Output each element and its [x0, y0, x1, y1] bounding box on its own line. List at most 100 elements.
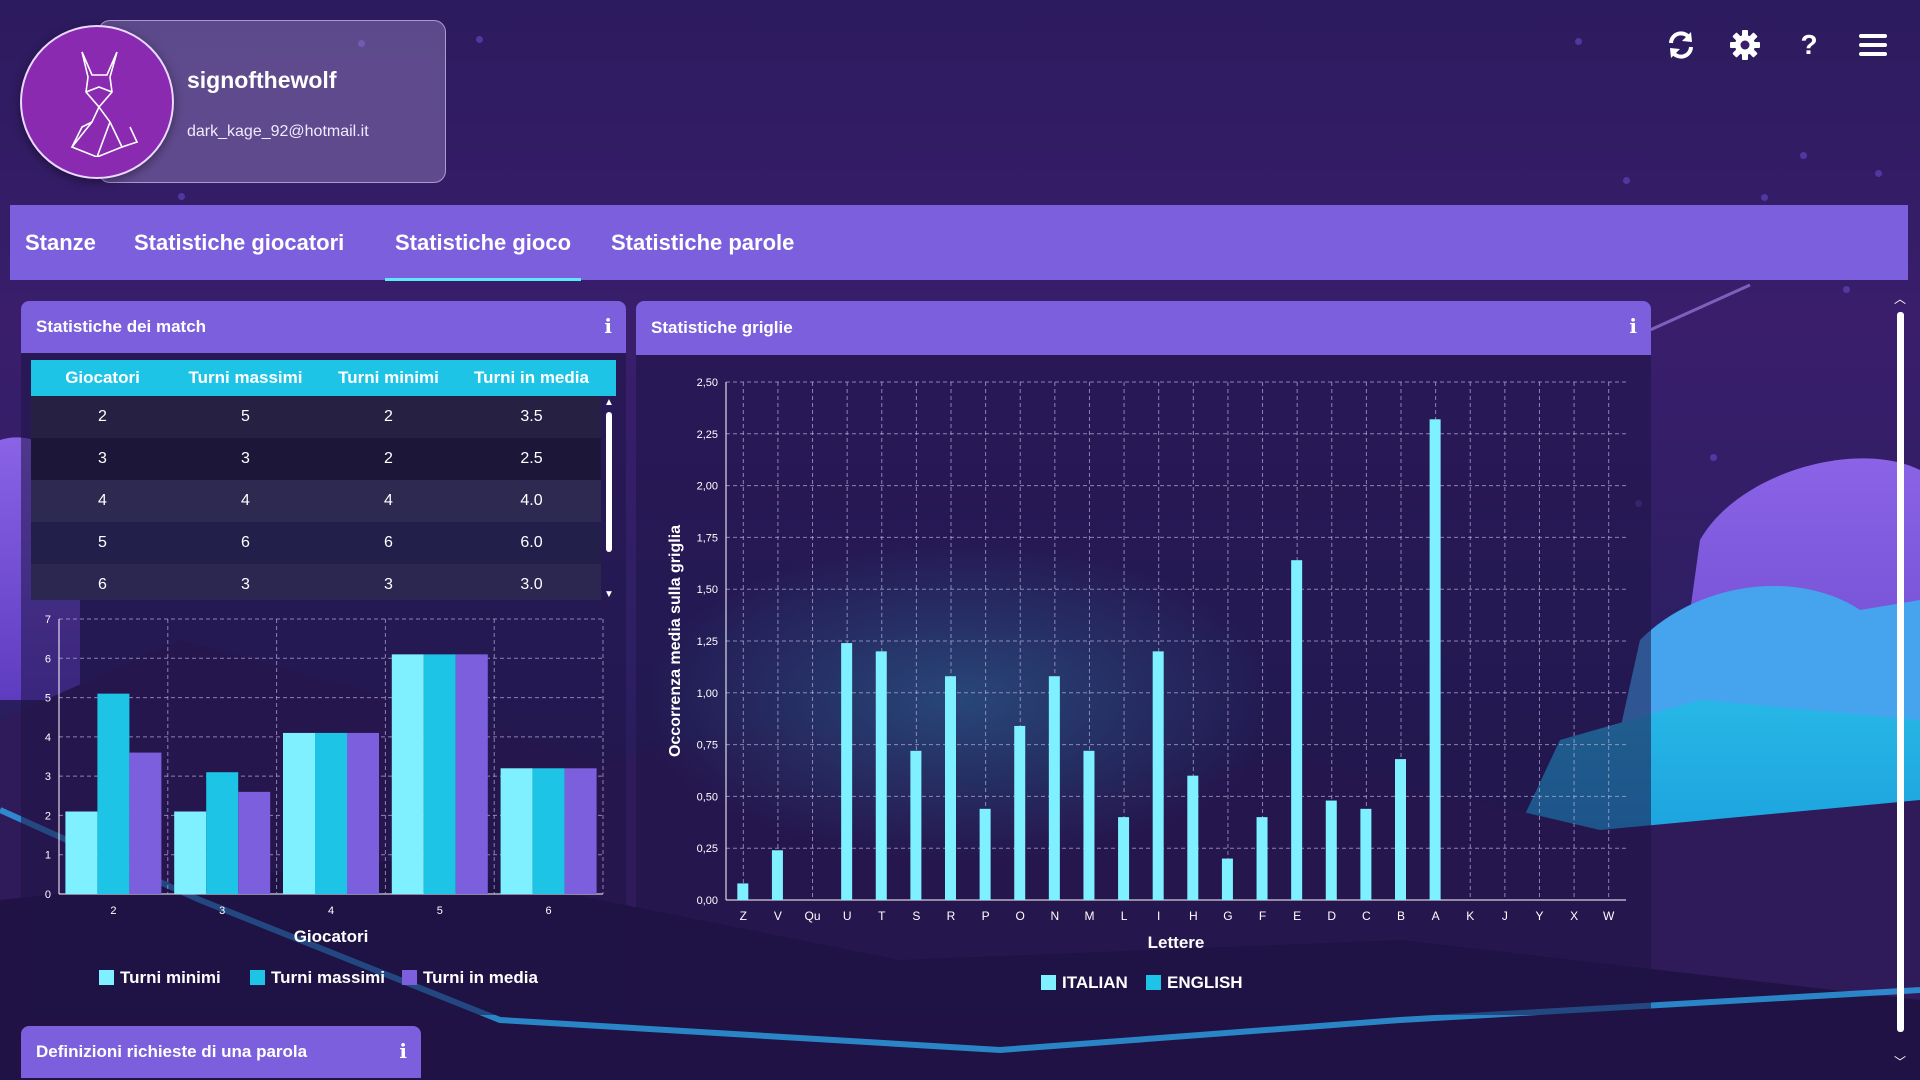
x-tick-label: L	[1121, 909, 1128, 923]
legend-swatch	[250, 970, 265, 985]
bar	[1118, 817, 1130, 900]
table-cell: 2	[98, 408, 107, 425]
x-tick-label: E	[1293, 909, 1301, 923]
bar	[1014, 725, 1026, 900]
scroll-up-icon[interactable]: ▲	[604, 397, 614, 408]
x-tick-label: A	[1432, 909, 1440, 923]
bar	[391, 654, 424, 894]
tab-statistiche-gioco[interactable]: Statistiche gioco	[384, 205, 582, 281]
info-icon[interactable]: i	[604, 313, 612, 339]
legend-swatch	[99, 970, 114, 985]
main-nav: Stanze Statistiche giocatori Statistiche…	[10, 205, 1908, 281]
legend-turni-massimi[interactable]: Turni massimi	[250, 968, 385, 988]
table-row[interactable]: 5 6 6 6.0	[31, 522, 601, 564]
legend-turni-minimi[interactable]: Turni minimi	[99, 968, 221, 988]
bar	[238, 791, 271, 894]
table-scrollbar[interactable]: ▲ ▼	[602, 396, 616, 600]
x-tick-label: G	[1223, 909, 1232, 923]
x-tick-label: I	[1157, 909, 1160, 923]
bar	[129, 752, 162, 894]
table-cell: 5	[241, 408, 250, 425]
bar	[1152, 651, 1164, 900]
table-row[interactable]: 2 5 2 3.5	[31, 396, 601, 438]
y-tick-label: 0,00	[697, 895, 718, 907]
x-tick-label: Qu	[805, 909, 821, 923]
bar	[347, 732, 379, 894]
bar	[1429, 419, 1441, 900]
table-cell: 2	[384, 450, 393, 467]
y-tick-label: 3	[45, 771, 51, 783]
column-header[interactable]: Turni minimi	[317, 360, 460, 396]
definitions-header: Definizioni richieste di una parola i	[21, 1026, 421, 1078]
definitions-panel: Definizioni richieste di una parola i	[21, 1026, 421, 1080]
bar	[455, 654, 488, 894]
y-tick-label: 0,25	[697, 843, 718, 855]
avatar[interactable]	[20, 25, 174, 179]
scroll-up-icon[interactable]: ︿	[1894, 290, 1906, 307]
tab-statistiche-parole[interactable]: Statistiche parole	[611, 205, 794, 280]
table-header: Giocatori Turni massimi Turni minimi Tur…	[31, 360, 616, 396]
bar	[771, 850, 783, 900]
bar	[1291, 560, 1303, 900]
grid-stats-panel: Statistiche griglie i 0,00 0,25 0,50 0,75 1,…	[636, 301, 1651, 1015]
page-scrollbar[interactable]: ︿ ﹀	[1890, 290, 1910, 1070]
x-tick-label: 2	[110, 905, 116, 917]
tab-stanze[interactable]: Stanze	[25, 205, 96, 280]
x-tick-label: U	[843, 909, 852, 923]
refresh-icon[interactable]	[1664, 28, 1698, 62]
help-icon[interactable]: ?	[1792, 28, 1826, 62]
x-tick-label: J	[1502, 909, 1508, 923]
table-cell: 6	[241, 534, 250, 551]
bar	[737, 883, 749, 900]
info-icon[interactable]: i	[1629, 313, 1637, 339]
table-row[interactable]: 6 3 3 3.0	[31, 564, 601, 600]
table-row[interactable]: 4 4 4 4.0	[31, 480, 601, 522]
bar	[910, 750, 922, 900]
tab-statistiche-giocatori[interactable]: Statistiche giocatori	[134, 205, 344, 280]
legend-label: Turni massimi	[271, 968, 385, 987]
x-tick-label: W	[1603, 909, 1615, 923]
y-tick-label: 1,25	[697, 636, 718, 648]
panel-title: Statistiche dei match	[36, 317, 207, 336]
menu-icon[interactable]	[1856, 28, 1890, 62]
legend-turni-in-media[interactable]: Turni in media	[402, 968, 538, 988]
info-icon[interactable]: i	[399, 1038, 407, 1064]
star-decoration	[1761, 194, 1768, 201]
column-header[interactable]: Turni in media	[460, 360, 603, 396]
column-header[interactable]: Giocatori	[31, 360, 174, 396]
y-tick-label: 2,25	[697, 429, 718, 441]
bar	[174, 811, 207, 894]
scroll-thumb[interactable]	[606, 412, 612, 552]
username: signofthewolf	[187, 67, 337, 93]
bar	[945, 676, 956, 900]
y-axis-label: Occorrenza media sulla griglia	[667, 525, 684, 757]
scroll-down-icon[interactable]: ▼	[604, 589, 614, 600]
column-header[interactable]: Turni massimi	[174, 360, 317, 396]
gear-icon[interactable]	[1728, 28, 1762, 62]
table-cell: 3	[241, 450, 250, 467]
table-cell: 4	[384, 492, 393, 509]
panel-title: Statistiche griglie	[651, 318, 793, 337]
bar	[500, 768, 533, 894]
x-tick-label: Z	[740, 909, 747, 923]
table-cell: 3	[384, 576, 393, 593]
table-cell: 3.5	[520, 408, 543, 425]
legend-english[interactable]: ENGLISH	[1146, 973, 1243, 993]
scroll-thumb[interactable]	[1897, 312, 1904, 1032]
panel-title: Definizioni richieste di una parola	[36, 1042, 308, 1061]
x-tick-label: O	[1016, 909, 1025, 923]
x-tick-label: 6	[546, 905, 552, 917]
scroll-down-icon[interactable]: ﹀	[1894, 1053, 1906, 1070]
star-decoration	[476, 36, 483, 43]
user-email: dark_kage_92@hotmail.it	[187, 123, 369, 140]
y-tick-label: 1	[45, 850, 51, 862]
x-tick-label: V	[774, 909, 782, 923]
y-tick-label: 4	[45, 732, 51, 744]
bar	[1395, 759, 1406, 900]
x-tick-label: N	[1051, 909, 1060, 923]
legend-italian[interactable]: ITALIAN	[1041, 973, 1128, 993]
y-tick-label: 2,00	[697, 481, 718, 493]
bar	[1083, 750, 1095, 900]
table-row[interactable]: 3 3 2 2.5	[31, 438, 601, 480]
table-cell: 4.0	[520, 492, 543, 509]
